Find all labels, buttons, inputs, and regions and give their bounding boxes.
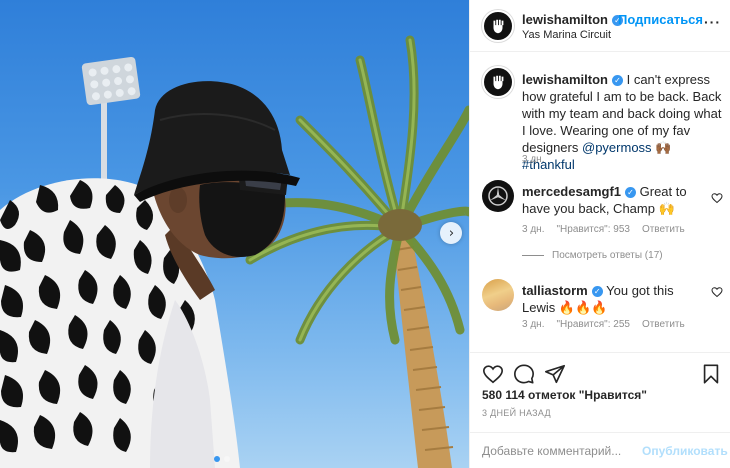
carousel-next-icon: › (448, 225, 455, 241)
comment-meta: 3 дн. "Нравится": 953 Ответить (522, 224, 685, 235)
bookmark-icon[interactable] (700, 363, 722, 385)
carousel-dot (224, 456, 230, 462)
comment-text: talliastorm ✓ You got this Lewis 🔥🔥🔥 (522, 282, 698, 316)
comment-timestamp[interactable]: 3 дн. (522, 319, 544, 330)
raised-fist-icon (493, 75, 504, 90)
publish-button[interactable]: Опубликовать (642, 444, 728, 458)
comment-meta: 3 дн. "Нравится": 255 Ответить (522, 319, 685, 330)
add-comment-bar: Опубликовать (470, 432, 730, 468)
author-username[interactable]: lewishamilton ✓ (522, 12, 623, 27)
raised-hands-emoji: 🙌 (658, 201, 675, 216)
comment-text: mercedesamgf1 ✓ Great to have you back, C… (522, 183, 698, 217)
carousel-next-button[interactable]: › (440, 222, 462, 244)
author-username-text[interactable]: lewishamilton (522, 12, 608, 27)
mercedes-star-icon (488, 186, 508, 206)
view-replies-button[interactable]: Посмотреть ответы (17) (522, 250, 663, 261)
commenter-username[interactable]: talliastorm (522, 283, 588, 298)
commenter-avatar[interactable] (482, 180, 514, 212)
photo-illustration (0, 35, 469, 468)
post-location[interactable]: Yas Marina Circuit (522, 29, 611, 41)
comment-timestamp[interactable]: 3 дн. (522, 224, 544, 235)
comment-likes[interactable]: "Нравится": 953 (556, 224, 629, 235)
likes-count[interactable]: 580 114 отметок "Нравится" (482, 388, 647, 402)
more-options-icon[interactable]: ··· (704, 14, 721, 30)
reply-button[interactable]: Ответить (642, 319, 685, 330)
author-avatar[interactable] (482, 10, 514, 42)
follow-button[interactable]: Подписаться (618, 12, 703, 27)
verified-badge-icon: ✓ (625, 187, 636, 198)
post-photo[interactable]: › (0, 0, 469, 468)
post-date[interactable]: 3 ДНЕЙ НАЗАД (482, 408, 551, 418)
post-actions: 580 114 отметок "Нравится" 3 ДНЕЙ НАЗАД … (470, 352, 730, 468)
caption-avatar[interactable] (482, 66, 514, 98)
comment-icon[interactable] (513, 363, 535, 385)
raised-hands-emoji: 🙌🏾 (655, 140, 672, 155)
caption-username[interactable]: lewishamilton (522, 72, 608, 87)
replies-divider (522, 255, 544, 256)
heart-icon[interactable] (711, 192, 723, 204)
reply-button[interactable]: Ответить (642, 224, 685, 235)
carousel-indicator (214, 456, 230, 462)
mention-link[interactable]: @pyermoss (582, 140, 652, 155)
caption-timestamp[interactable]: 3 дн. (522, 154, 544, 165)
commenter-username[interactable]: mercedesamgf1 (522, 184, 621, 199)
post-sidebar: lewishamilton ✓ Подписаться Yas Marina Ci… (469, 0, 730, 468)
commenter-avatar[interactable] (482, 279, 514, 311)
view-replies-label[interactable]: Посмотреть ответы (17) (552, 250, 663, 261)
verified-badge-icon: ✓ (611, 75, 623, 86)
heart-icon[interactable] (711, 286, 723, 298)
fire-emoji: 🔥🔥🔥 (558, 300, 608, 315)
post-header: lewishamilton ✓ Подписаться Yas Marina Ci… (470, 0, 730, 52)
heart-icon[interactable] (482, 363, 504, 385)
caption-text: lewishamilton ✓ I can't express how grate… (522, 71, 722, 173)
comment-input[interactable] (482, 442, 632, 460)
verified-badge-icon: ✓ (591, 286, 603, 297)
carousel-dot-active (214, 456, 220, 462)
share-icon[interactable] (544, 363, 566, 385)
raised-fist-icon (493, 19, 504, 34)
comment-likes[interactable]: "Нравится": 255 (556, 319, 629, 330)
